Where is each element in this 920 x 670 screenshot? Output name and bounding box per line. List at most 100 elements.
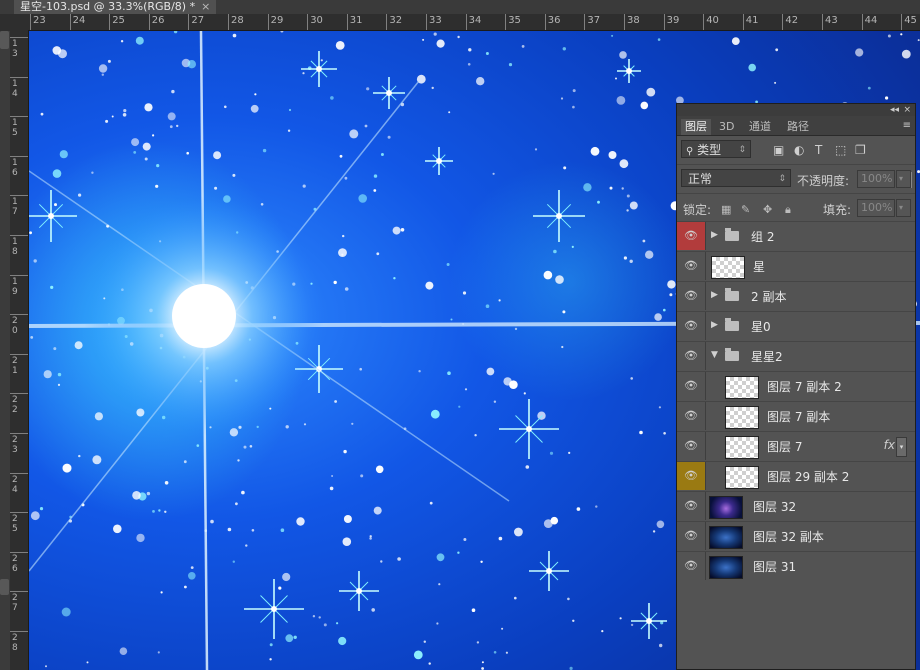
expand-down-icon[interactable]: ▼ xyxy=(711,350,718,360)
ruler-left-label: 1 4 xyxy=(12,78,18,99)
expand-right-icon[interactable]: ▶ xyxy=(711,320,718,330)
lock-move-icon[interactable]: ✥ xyxy=(763,203,772,216)
visibility-eye-icon[interactable]: 👁︎ xyxy=(677,222,706,250)
toolbar-strip[interactable] xyxy=(0,31,10,670)
visibility-eye-icon[interactable]: 👁︎ xyxy=(677,402,706,430)
ruler-tick xyxy=(10,314,28,316)
star-dot xyxy=(458,405,461,408)
filter-type-icon[interactable]: T xyxy=(815,143,822,157)
ruler-top-label: 25 xyxy=(112,15,125,26)
star-dot xyxy=(186,151,189,155)
layer-name[interactable]: 图层 31 xyxy=(753,558,796,575)
star-dot xyxy=(380,560,383,563)
star-dot xyxy=(642,239,646,243)
layer-name[interactable]: 图层 7 副本 xyxy=(767,408,830,425)
layer-row[interactable]: 👁︎ 图层 32 副本 xyxy=(677,521,915,551)
filter-adjustment-icon[interactable]: ◐ xyxy=(794,143,804,157)
layer-name[interactable]: 星星2 xyxy=(751,348,783,365)
star-dot xyxy=(251,529,255,532)
filter-shape-icon[interactable]: ⬚ xyxy=(835,143,846,157)
tab-layers[interactable]: 图层 xyxy=(681,119,711,135)
star-dot xyxy=(597,200,600,204)
layer-row[interactable]: 👁︎ 图层 31 xyxy=(677,551,915,581)
tab-paths[interactable]: 路径 xyxy=(783,119,813,135)
visibility-eye-icon[interactable]: 👁︎ xyxy=(677,372,706,400)
filter-pixel-icon[interactable]: ▣ xyxy=(773,143,784,157)
tool-handle[interactable] xyxy=(0,579,9,595)
star-dot xyxy=(887,34,891,38)
star-dot xyxy=(157,651,160,654)
layer-name[interactable]: 图层 32 副本 xyxy=(753,528,824,545)
lock-all-icon[interactable]: 🔒︎ xyxy=(785,203,791,217)
ruler-left-label: 2 8 xyxy=(12,633,18,653)
lock-transparency-icon[interactable]: ▦ xyxy=(721,203,731,216)
vertical-ruler[interactable]: 1 3 1 4 1 5 1 6 1 7 1 8 1 9 2 0 2 1 2 2 2 3 2 4 2 5 2… xyxy=(10,31,29,670)
star-dot xyxy=(335,41,345,50)
ruler-tick xyxy=(386,14,388,30)
tab-channels[interactable]: 通道 xyxy=(745,119,775,135)
ruler-top-label: 44 xyxy=(864,15,878,26)
layer-name[interactable]: 星0 xyxy=(751,318,771,335)
star-dot xyxy=(659,643,663,648)
close-panel-icon[interactable]: × xyxy=(903,104,911,116)
fill-dropdown-icon[interactable]: ▾ xyxy=(896,199,911,217)
layer-row[interactable]: 👁︎ 图层 7 副本 xyxy=(677,401,915,431)
filter-smartobject-icon[interactable]: ❐ xyxy=(855,143,866,157)
visibility-eye-icon[interactable]: 👁︎ xyxy=(677,432,706,460)
star-dot xyxy=(543,270,553,280)
expand-right-icon[interactable]: ▶ xyxy=(711,290,718,300)
layer-name[interactable]: 星 xyxy=(753,258,765,275)
layer-row[interactable]: 👁︎ ▶ 组 2 xyxy=(677,221,915,251)
blend-mode-select[interactable]: 正常 ⇕ xyxy=(681,169,791,187)
star-dot xyxy=(243,445,247,449)
star-dot xyxy=(318,616,321,619)
star-dot xyxy=(657,38,661,41)
star-dot xyxy=(774,81,777,84)
layer-row[interactable]: 👁︎ 星 xyxy=(677,251,915,281)
filter-kind-select[interactable]: ⚲ 类型 ⇕ xyxy=(681,140,751,158)
star-dot xyxy=(621,187,624,190)
layer-name[interactable]: 2 副本 xyxy=(751,288,786,305)
ruler-tick xyxy=(663,14,665,30)
layer-row[interactable]: 👁︎ 图层 32 xyxy=(677,491,915,521)
expand-right-icon[interactable]: ▶ xyxy=(711,230,718,240)
star-dot xyxy=(457,551,460,554)
layer-row[interactable]: 👁︎ ▶ 星0 xyxy=(677,311,915,341)
visibility-eye-icon[interactable]: 👁︎ xyxy=(677,492,706,520)
tool-handle[interactable] xyxy=(0,31,9,49)
layer-row[interactable]: 👁︎ 图层 29 副本 2 xyxy=(677,461,915,491)
visibility-eye-icon[interactable]: 👁︎ xyxy=(677,462,706,490)
opacity-dropdown-icon[interactable]: ▾ xyxy=(896,170,911,188)
tab-3d[interactable]: 3D xyxy=(715,119,738,135)
visibility-eye-icon[interactable]: 👁︎ xyxy=(677,282,706,310)
close-tab-icon[interactable]: × xyxy=(201,0,210,13)
layer-row[interactable]: 👁︎ ▼ 星星2 xyxy=(677,341,915,371)
layer-name[interactable]: 图层 7 xyxy=(767,438,802,455)
layer-name[interactable]: 图层 29 副本 2 xyxy=(767,468,849,485)
visibility-eye-icon[interactable]: 👁︎ xyxy=(677,312,706,340)
horizontal-ruler[interactable]: 23 24 25 26 27 28 29 30 31 32 33 34 35 36 37 38 39 40 41 42… xyxy=(28,14,920,31)
panel-menu-icon[interactable]: ≡ xyxy=(903,120,911,131)
ruler-tick xyxy=(307,14,309,30)
visibility-eye-icon[interactable]: 👁︎ xyxy=(677,522,706,550)
layer-row[interactable]: 👁︎ 图层 7 副本 2 xyxy=(677,371,915,401)
star-dot xyxy=(855,48,864,57)
star-dot xyxy=(146,491,151,496)
layer-name[interactable]: 图层 7 副本 2 xyxy=(767,378,842,395)
layer-name[interactable]: 组 2 xyxy=(751,228,774,245)
layer-effects-icon[interactable]: fx xyxy=(884,438,895,452)
visibility-eye-icon[interactable]: 👁︎ xyxy=(677,552,706,580)
star-dot xyxy=(616,96,626,105)
visibility-eye-icon[interactable]: 👁︎ xyxy=(677,342,706,370)
fill-field[interactable]: 100% xyxy=(857,199,895,217)
filter-kind-value: 类型 xyxy=(697,143,722,157)
layer-name[interactable]: 图层 32 xyxy=(753,498,796,515)
collapse-panel-icon[interactable]: ◂◂ xyxy=(890,104,899,116)
layer-row[interactable]: 👁︎ 图层 7 fx ▾ xyxy=(677,431,915,461)
effects-toggle-icon[interactable]: ▾ xyxy=(896,437,907,457)
visibility-eye-icon[interactable]: 👁︎ xyxy=(677,252,706,280)
document-tab[interactable]: 星空-103.psd @ 33.3%(RGB/8) * × xyxy=(14,0,217,14)
layer-row[interactable]: 👁︎ ▶ 2 副本 xyxy=(677,281,915,311)
opacity-field[interactable]: 100% xyxy=(857,170,895,188)
lock-brush-icon[interactable]: ✎ xyxy=(741,203,750,216)
